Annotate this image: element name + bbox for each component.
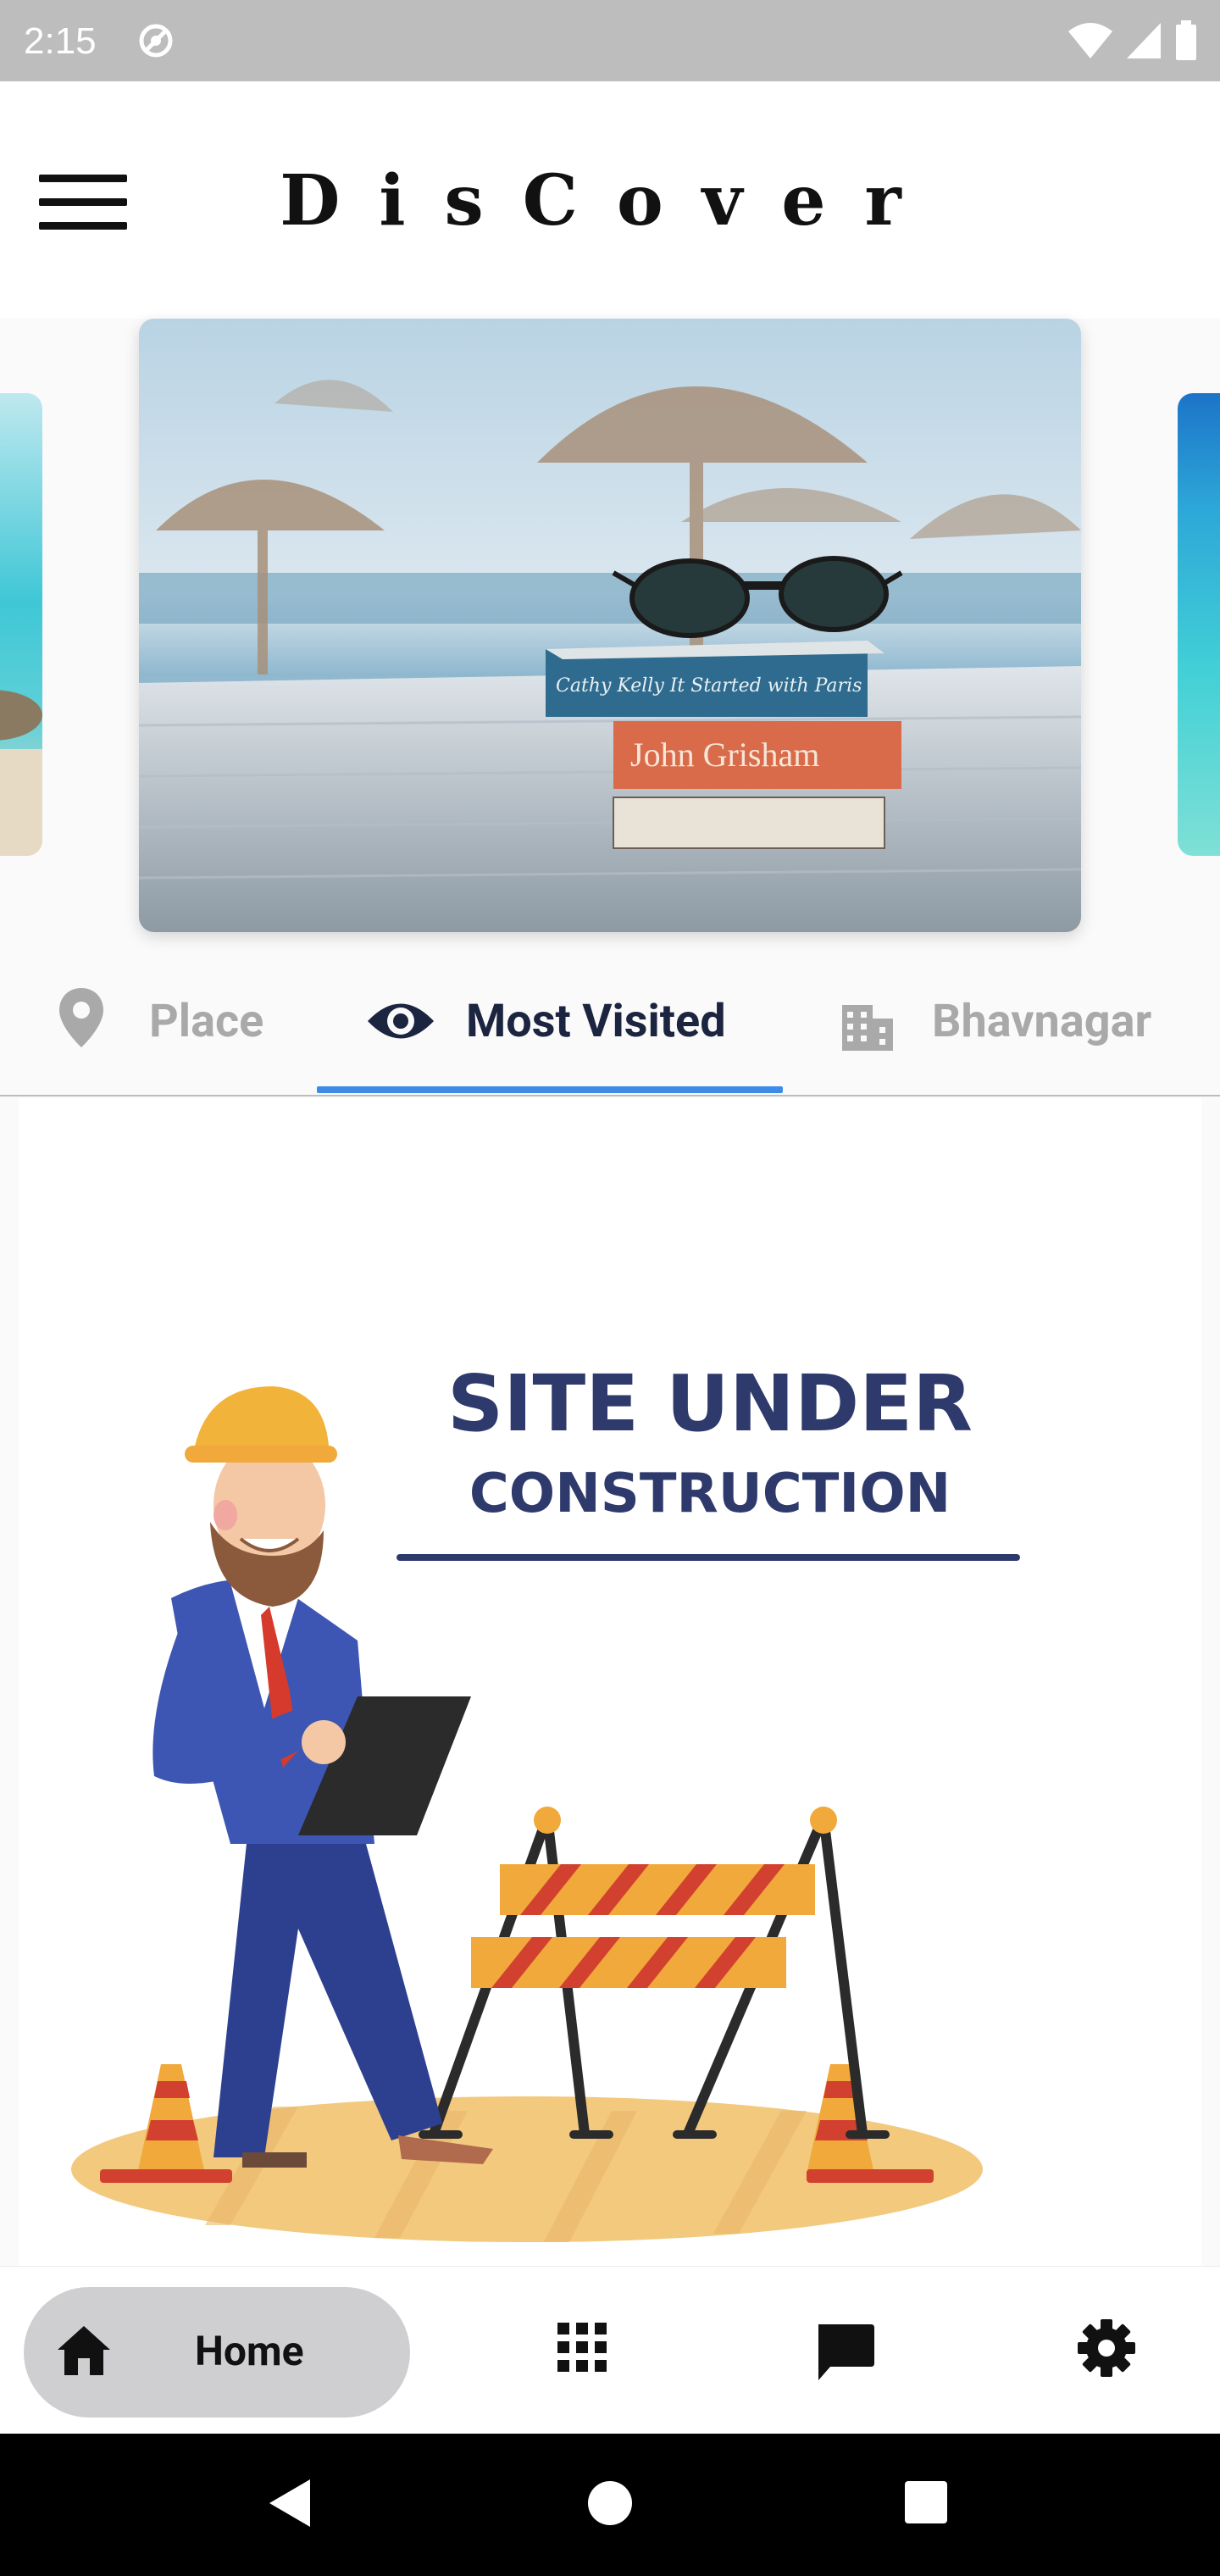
tab-place-label: Place [149, 995, 264, 1048]
home-circle-icon[interactable] [586, 2476, 634, 2534]
grid-apps-icon[interactable] [556, 2321, 608, 2377]
tab-bhavnagar[interactable]: Bhavnagar [813, 946, 1212, 1093]
engineer-character [152, 1386, 493, 2168]
location-pin-icon [58, 986, 105, 1052]
carousel-slide-left[interactable] [0, 393, 42, 856]
battery-icon [1174, 20, 1198, 64]
tab-selected-indicator [317, 1086, 783, 1093]
app-title: DisCover [280, 160, 940, 242]
site-under-construction-illustration: SITE UNDER CONSTRUCTION [71, 1358, 1020, 2242]
carousel-slide-right[interactable] [1178, 393, 1220, 856]
svg-text:John Grisham: John Grisham [630, 736, 819, 774]
carousel-slide-beach-books[interactable]: John Grisham Cathy Kelly It Started with… [139, 319, 1081, 932]
nav-home-label: Home [195, 2327, 304, 2375]
headline-line1: SITE UNDER [447, 1358, 973, 1449]
signal-icon [1125, 21, 1162, 64]
app-bar: DisCover [0, 81, 1220, 319]
home-icon [54, 2323, 114, 2380]
sync-icon [136, 20, 176, 64]
tab-most-visited[interactable]: Most Visited [317, 946, 783, 1093]
headline-line2: CONSTRUCTION [469, 1463, 951, 1525]
bottom-navigation: Home [0, 2266, 1220, 2434]
nav-home[interactable]: Home [24, 2287, 410, 2418]
recents-icon[interactable] [903, 2479, 949, 2529]
back-icon[interactable] [264, 2476, 315, 2534]
city-building-icon [837, 993, 896, 1056]
svg-text:Cathy Kelly It Started with P: Cathy Kelly It Started with Paris [556, 675, 862, 697]
system-navigation-bar [0, 2434, 1220, 2576]
status-bar: 2:15 [0, 0, 1220, 81]
road-barrier [419, 1807, 890, 2139]
tab-bar: Place Most Visited Bhavnagar [0, 946, 1220, 1096]
hamburger-menu-icon[interactable] [32, 166, 134, 237]
settings-gear-icon[interactable] [1076, 2318, 1137, 2382]
wifi-icon [1068, 21, 1113, 64]
status-time: 2:15 [24, 20, 97, 62]
system-status-icons [1068, 20, 1198, 64]
chat-bubble-icon[interactable] [813, 2321, 876, 2387]
image-carousel[interactable]: John Grisham Cathy Kelly It Started with… [0, 319, 1220, 946]
tab-place[interactable]: Place [17, 946, 288, 1093]
eye-icon [366, 998, 435, 1047]
content-panel: SITE UNDER CONSTRUCTION [19, 1098, 1201, 2268]
tab-most-visited-label: Most Visited [466, 995, 726, 1048]
headline-underline [396, 1554, 1020, 1561]
tab-bhavnagar-label: Bhavnagar [932, 995, 1152, 1048]
